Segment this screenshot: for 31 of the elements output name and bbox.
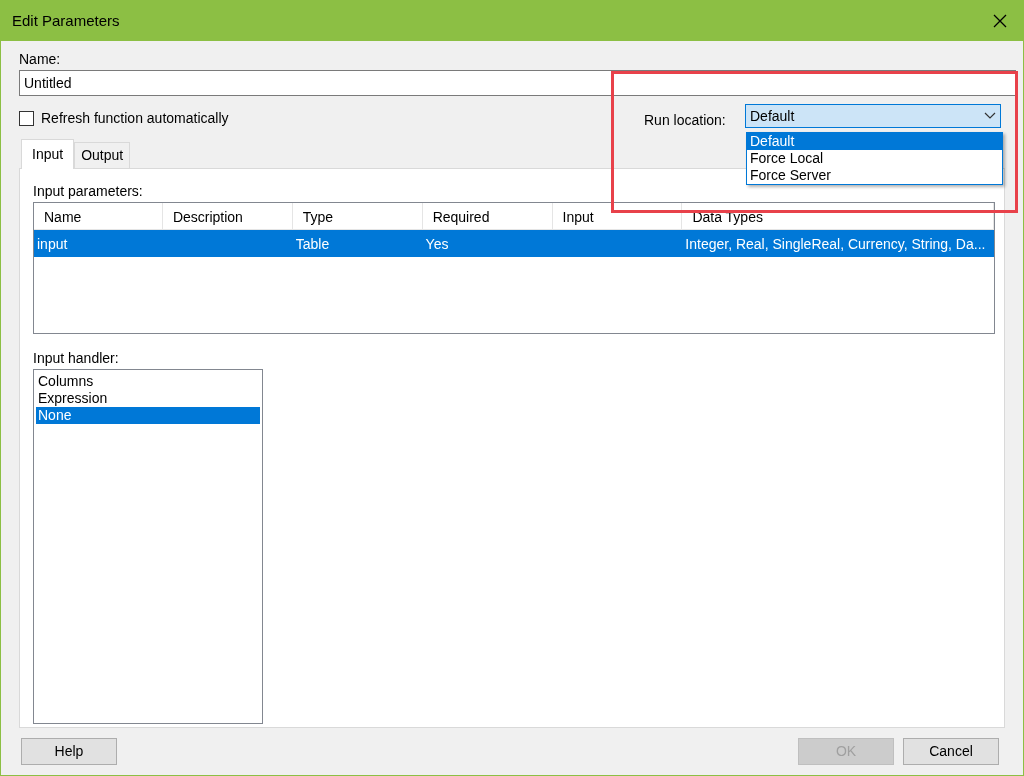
dialog-button[interactable]: Cancel: [903, 738, 999, 765]
checkbox-label: Refresh function automatically: [41, 109, 229, 128]
table-cell: Yes: [425, 236, 449, 252]
dropdown-option[interactable]: Default: [747, 133, 1002, 150]
tab[interactable]: Input: [21, 139, 75, 169]
input-handler-label: Input handler:: [33, 349, 120, 368]
run-location-label: Run location:: [644, 111, 727, 130]
column-header[interactable]: Name: [34, 203, 163, 229]
dropdown-option[interactable]: Force Server: [747, 167, 1002, 184]
list-item[interactable]: Expression: [36, 390, 260, 407]
name-label: Name:: [19, 50, 62, 69]
tab[interactable]: Output: [74, 142, 131, 168]
column-header[interactable]: Required: [422, 203, 553, 229]
column-header[interactable]: Input: [552, 203, 683, 229]
column-header[interactable]: Type: [292, 203, 423, 229]
close-icon: [993, 14, 1007, 28]
name-input-field[interactable]: Untitled: [19, 70, 1016, 96]
window-title: Edit Parameters: [12, 10, 120, 31]
dialog-button[interactable]: Help: [21, 738, 117, 765]
checkbox[interactable]: [19, 111, 34, 126]
table-cell: Integer, Real, SingleReal, Currency, String, Da...: [685, 236, 986, 252]
column-header[interactable]: Description: [162, 203, 293, 229]
input-parameters-label: Input parameters:: [33, 182, 144, 201]
table-cell: Table: [295, 236, 330, 252]
list-item[interactable]: Columns: [36, 373, 260, 390]
chevron-down-icon: [984, 112, 996, 120]
dropdown-option[interactable]: Force Local: [747, 150, 1002, 167]
list-item[interactable]: None: [36, 407, 260, 424]
table-row[interactable]: input Table Yes Integer, Real, SingleReal, Currency, String, Da...: [34, 230, 994, 257]
table-cell: input: [37, 236, 68, 252]
run-location-dropdown[interactable]: Default: [745, 104, 1001, 128]
